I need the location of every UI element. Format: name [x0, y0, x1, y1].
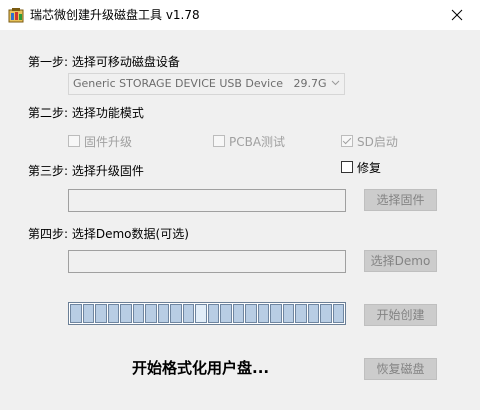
device-select[interactable]: Generic STORAGE DEVICE USB Device 29.7G: [68, 73, 345, 95]
select-demo-button[interactable]: 选择Demo: [364, 250, 437, 272]
progress-segment: [132, 304, 144, 323]
restore-label: 修复: [357, 161, 382, 175]
progress-segment: [145, 304, 157, 323]
progress-segment: [270, 304, 282, 323]
progress-segment: [282, 304, 294, 323]
pcba-test-label: PCBA测试: [229, 135, 286, 149]
chevron-down-icon: [331, 80, 340, 86]
step4-label: 第四步: 选择Demo数据(可选): [28, 227, 189, 241]
restore-checkbox[interactable]: [341, 161, 353, 173]
progress-segment: [107, 304, 119, 323]
window-title: 瑞芯微创建升级磁盘工具 v1.78: [30, 8, 200, 22]
progress-segment: [257, 304, 269, 323]
progress-segment: [232, 304, 244, 323]
progress-segment: [82, 304, 94, 323]
title-bar: 瑞芯微创建升级磁盘工具 v1.78: [0, 0, 480, 30]
progress-segment: [245, 304, 257, 323]
progress-segment: [332, 304, 344, 323]
select-firmware-button[interactable]: 选择固件: [364, 189, 437, 211]
progress-segment: [95, 304, 107, 323]
step1-label: 第一步: 选择可移动磁盘设备: [28, 55, 180, 69]
progress-segment: [295, 304, 307, 323]
sd-boot-label: SD启动: [357, 135, 398, 149]
close-icon: [451, 9, 463, 21]
progress-segment: [120, 304, 132, 323]
firmware-path-field[interactable]: [68, 189, 346, 212]
firmware-upgrade-label: 固件升级: [84, 135, 133, 149]
progress-segment: [170, 304, 182, 323]
step2-label: 第二步: 选择功能模式: [28, 106, 144, 120]
close-button[interactable]: [434, 0, 480, 30]
progress-segment: [157, 304, 169, 323]
start-create-button[interactable]: 开始创建: [364, 304, 437, 326]
step3-label: 第三步: 选择升级固件: [28, 164, 144, 178]
progress-segment: [220, 304, 232, 323]
progress-segment: [195, 304, 207, 323]
restore-disk-button[interactable]: 恢复磁盘: [364, 358, 437, 380]
firmware-upgrade-checkbox[interactable]: [68, 135, 80, 147]
progress-segment: [70, 304, 82, 323]
status-text: 开始格式化用户盘...: [132, 359, 270, 377]
app-icon: [8, 8, 24, 23]
progress-segment: [320, 304, 332, 323]
pcba-test-checkbox[interactable]: [213, 135, 225, 147]
device-select-value: Generic STORAGE DEVICE USB Device 29.7G: [73, 77, 327, 90]
progress-segment: [207, 304, 219, 323]
progress-segment: [182, 304, 194, 323]
sd-boot-checkbox[interactable]: [341, 135, 353, 147]
progress-bar: [68, 302, 346, 325]
progress-segment: [307, 304, 319, 323]
demo-path-field[interactable]: [68, 250, 346, 273]
